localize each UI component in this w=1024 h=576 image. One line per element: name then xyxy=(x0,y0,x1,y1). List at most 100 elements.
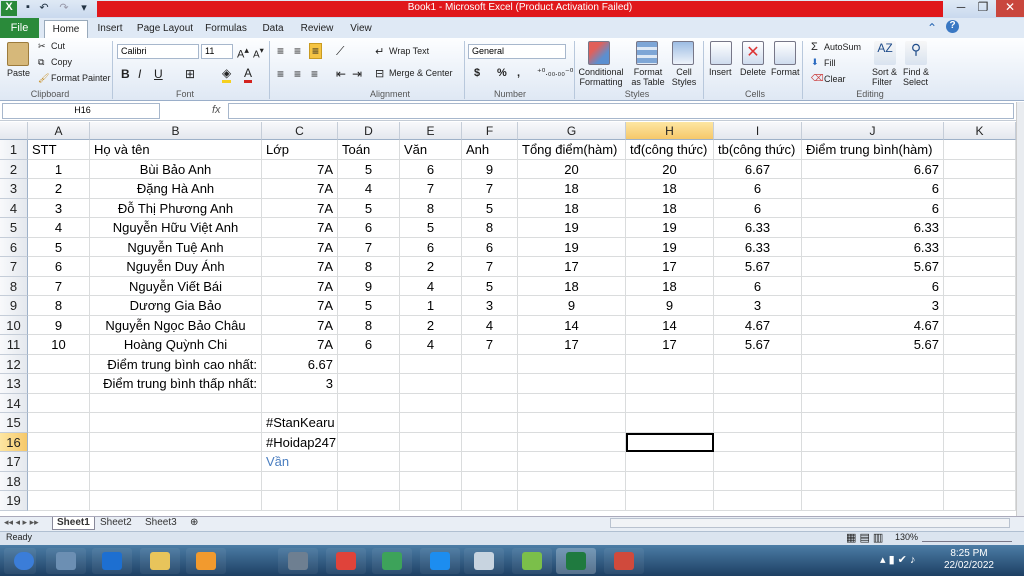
number-format-select[interactable]: General xyxy=(468,44,566,59)
cell-b8[interactable]: Nguyễn Viết Bái xyxy=(90,276,262,296)
select-all-corner[interactable] xyxy=(0,122,28,140)
cell-i5[interactable]: 6.33 xyxy=(714,218,802,238)
grid-cell[interactable] xyxy=(462,471,518,491)
bold-button[interactable]: B xyxy=(121,67,130,81)
decrease-indent-icon[interactable]: ⇤ xyxy=(336,67,346,81)
conditional-formatting-icon[interactable] xyxy=(588,41,610,65)
sort-filter-button[interactable]: Sort & xyxy=(872,67,897,77)
row-header-15[interactable]: 15 xyxy=(0,413,28,433)
grid-cell[interactable] xyxy=(518,491,626,511)
row-header-14[interactable]: 14 xyxy=(0,393,28,413)
clear-icon[interactable]: ⌫ xyxy=(811,73,824,84)
row-header-8[interactable]: 8 xyxy=(0,276,28,296)
autosum-icon[interactable]: Σ xyxy=(811,41,818,53)
cell-j7[interactable]: 5.67 xyxy=(802,257,944,277)
cell-b11[interactable]: Hoàng Quỳnh Chi xyxy=(90,335,262,355)
row-header-12[interactable]: 12 xyxy=(0,354,28,374)
grid-cell[interactable] xyxy=(944,471,1016,491)
cell-styles-button[interactable]: Cell xyxy=(670,67,698,77)
grid-cell[interactable] xyxy=(28,393,90,413)
cell-g6[interactable]: 19 xyxy=(518,237,626,257)
grid-cell[interactable] xyxy=(626,452,714,472)
grid-cell[interactable] xyxy=(944,276,1016,296)
tab-insert[interactable]: Insert xyxy=(90,20,130,38)
column-header-i[interactable]: I xyxy=(714,122,802,140)
cell-b3[interactable]: Đặng Hà Anh xyxy=(90,179,262,199)
cell-i7[interactable]: 5.67 xyxy=(714,257,802,277)
grid-cell[interactable] xyxy=(518,452,626,472)
cell-j5[interactable]: 6.33 xyxy=(802,218,944,238)
tab-page-layout[interactable]: Page Layout xyxy=(134,20,196,38)
cell-i2[interactable]: 6.67 xyxy=(714,159,802,179)
underline-button[interactable]: U xyxy=(154,67,163,81)
zalo-icon[interactable] xyxy=(420,548,460,574)
row-header-10[interactable]: 10 xyxy=(0,315,28,335)
grid-cell[interactable] xyxy=(714,393,802,413)
grid-cell[interactable] xyxy=(944,491,1016,511)
font-size-select[interactable]: 11 xyxy=(201,44,233,59)
grid-cell[interactable] xyxy=(802,471,944,491)
cell-b4[interactable]: Đỗ Thị Phương Anh xyxy=(90,198,262,218)
cell-d9[interactable]: 5 xyxy=(338,296,400,316)
cell-b2[interactable]: Bùi Bảo Anh xyxy=(90,159,262,179)
new-sheet-icon[interactable]: ⊕ xyxy=(190,517,198,528)
grid-cell[interactable] xyxy=(400,432,462,452)
cell-a11[interactable]: 10 xyxy=(28,335,90,355)
grid-cell[interactable] xyxy=(944,296,1016,316)
grid-cell[interactable] xyxy=(944,393,1016,413)
formula-input[interactable] xyxy=(228,103,1014,119)
cell-e9[interactable]: 1 xyxy=(400,296,462,316)
cell-d6[interactable]: 7 xyxy=(338,237,400,257)
cell-e6[interactable]: 6 xyxy=(400,237,462,257)
grid-cell[interactable] xyxy=(28,432,90,452)
grid-cell[interactable] xyxy=(626,393,714,413)
cell-a8[interactable]: 7 xyxy=(28,276,90,296)
grid-cell[interactable] xyxy=(338,393,400,413)
ie-icon[interactable] xyxy=(92,548,132,574)
grid-cell[interactable] xyxy=(518,374,626,394)
cell-e8[interactable]: 4 xyxy=(400,276,462,296)
cell-a7[interactable]: 6 xyxy=(28,257,90,277)
grid-cell[interactable] xyxy=(714,374,802,394)
cell-h3[interactable]: 18 xyxy=(626,179,714,199)
grid-cell[interactable] xyxy=(944,432,1016,452)
sheet-tab-sheet2[interactable]: Sheet2 xyxy=(96,517,136,530)
cell-f4[interactable]: 5 xyxy=(462,198,518,218)
cell-h5[interactable]: 19 xyxy=(626,218,714,238)
insert-function-icon[interactable]: fx xyxy=(212,104,221,116)
grid-cell[interactable] xyxy=(462,452,518,472)
cell-c17[interactable]: Vần xyxy=(262,452,338,472)
grid-cell[interactable] xyxy=(28,491,90,511)
autosum-button[interactable]: AutoSum xyxy=(824,42,861,52)
cell-i6[interactable]: 6.33 xyxy=(714,237,802,257)
grow-font-icon[interactable]: A▴ xyxy=(237,45,249,61)
grid-cell[interactable] xyxy=(626,374,714,394)
cell-e1[interactable]: Văn xyxy=(400,140,462,160)
font-name-select[interactable]: Calibri xyxy=(117,44,199,59)
align-bottom-icon[interactable]: ≡ xyxy=(309,43,323,59)
cell-h8[interactable]: 18 xyxy=(626,276,714,296)
cell-d8[interactable]: 9 xyxy=(338,276,400,296)
grid-cell[interactable] xyxy=(626,471,714,491)
cell-a2[interactable]: 1 xyxy=(28,159,90,179)
cell-a5[interactable]: 4 xyxy=(28,218,90,238)
grid-cell[interactable] xyxy=(714,491,802,511)
cell-e11[interactable]: 4 xyxy=(400,335,462,355)
cell-c9[interactable]: 7A xyxy=(262,296,338,316)
cell-d1[interactable]: Toán xyxy=(338,140,400,160)
cell-a3[interactable]: 2 xyxy=(28,179,90,199)
cell-b5[interactable]: Nguyễn Hữu Việt Anh xyxy=(90,218,262,238)
cell-j1[interactable]: Điểm trung bình(hàm) xyxy=(802,140,944,160)
cell-f8[interactable]: 5 xyxy=(462,276,518,296)
cell-h6[interactable]: 19 xyxy=(626,237,714,257)
format-painter-icon[interactable]: 🖌 xyxy=(38,73,49,84)
sheet-tab-sheet1[interactable]: Sheet1 xyxy=(52,517,95,530)
column-header-g[interactable]: G xyxy=(518,122,626,140)
grid-cell[interactable] xyxy=(714,432,802,452)
grid-cell[interactable] xyxy=(338,452,400,472)
italic-button[interactable]: I xyxy=(138,67,141,81)
cell-h4[interactable]: 18 xyxy=(626,198,714,218)
grid-cell[interactable] xyxy=(518,432,626,452)
align-left-icon[interactable]: ≡ xyxy=(277,67,284,81)
zoom-level[interactable]: 130% xyxy=(895,532,918,542)
